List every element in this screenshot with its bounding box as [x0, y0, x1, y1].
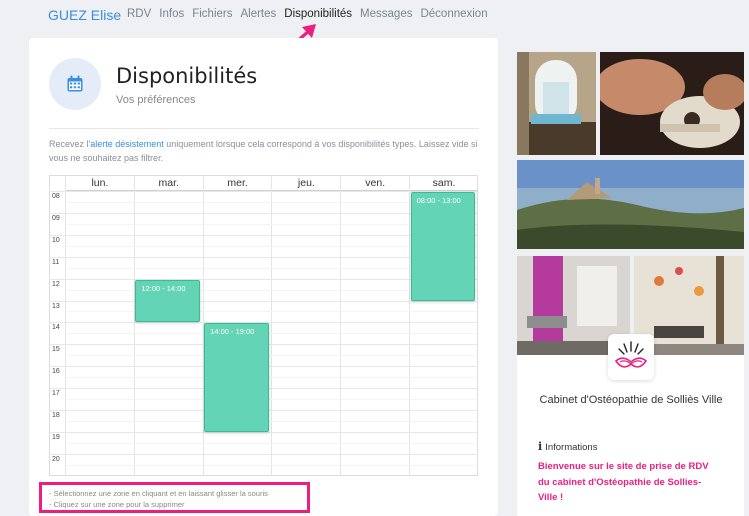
info-heading-label: Informations	[545, 442, 598, 453]
brand-link[interactable]: GUEZ Elise	[48, 7, 121, 23]
calendar-icon	[67, 75, 83, 92]
nav-links: RDV Infos Fichiers Alertes Disponibilités Mes…	[127, 8, 488, 20]
half-hour-line	[65, 333, 477, 335]
availability-slot[interactable]: 12:00 - 14:00	[135, 279, 201, 323]
info-heading: i Informations	[538, 440, 597, 453]
day-header: lun.	[65, 176, 134, 190]
nav-link-disponibilites[interactable]: Disponibilités	[284, 8, 352, 20]
half-hour-line	[65, 464, 477, 466]
hour-label: 17	[52, 390, 60, 398]
availability-card: Disponibilités Vos préférences Recevez l…	[29, 38, 498, 516]
instruction-line: - Sélectionnez une zone en cliquant et e…	[49, 489, 268, 498]
alert-desistement-link[interactable]: alerte désistement	[90, 139, 164, 149]
nav-link-fichiers[interactable]: Fichiers	[192, 8, 232, 20]
hour-label: 11	[52, 258, 60, 266]
hour-label: 15	[52, 346, 60, 354]
photo-treatment-room	[517, 52, 596, 155]
photo-skull-model	[600, 52, 744, 155]
half-hour-line	[65, 442, 477, 444]
hour-label: 08	[52, 193, 60, 200]
intro-text-before: Recevez l'	[49, 139, 91, 149]
hour-label: 20	[52, 455, 60, 463]
hour-row[interactable]	[50, 300, 477, 302]
half-hour-line	[65, 377, 477, 379]
availability-calendar[interactable]: lun. mar. mer. jeu. ven. sam. 08 09 10 11 12 13 14 1…	[49, 175, 478, 476]
hour-row[interactable]	[50, 431, 477, 433]
hour-label: 10	[52, 236, 60, 244]
availability-slot[interactable]: 08:00 - 13:00	[410, 192, 476, 301]
day-header: sam.	[409, 176, 478, 190]
half-hour-line	[65, 355, 477, 357]
photo-village-landscape	[517, 160, 744, 249]
day-header: ven.	[340, 176, 409, 190]
hour-label: 14	[52, 324, 60, 332]
nav-link-rdv[interactable]: RDV	[127, 8, 151, 20]
half-hour-line	[65, 311, 477, 313]
nav-link-messages[interactable]: Messages	[360, 8, 412, 20]
half-hour-line	[65, 399, 477, 401]
hour-label: 09	[52, 214, 60, 222]
nav-link-alertes[interactable]: Alertes	[240, 8, 276, 20]
day-header: mer.	[202, 176, 272, 190]
top-nav: GUEZ Elise RDV Infos Fichiers Alertes Dispon…	[0, 0, 749, 53]
hour-label: 12	[52, 280, 60, 288]
hour-row[interactable]	[50, 453, 477, 455]
day-header: mar.	[133, 176, 203, 190]
instructions-box: - Sélectionnez une zone en cliquant et e…	[39, 482, 310, 513]
hour-label: 13	[52, 302, 60, 310]
slot-time-label: 12:00 - 14:00	[141, 283, 186, 293]
page-title: Disponibilités	[116, 64, 258, 88]
slot-time-label: 14:00 - 19:00	[210, 327, 255, 337]
intro-text: Recevez l'alerte désistement uniquement …	[49, 137, 479, 165]
welcome-message: Bienvenue sur le site de prise de RDV du…	[538, 461, 709, 503]
cabinet-logo	[608, 334, 654, 380]
page-subtitle: Vos préférences	[116, 94, 196, 106]
calendar-icon-badge	[49, 58, 101, 110]
hour-label: 16	[52, 368, 60, 376]
nav-link-infos[interactable]: Infos	[159, 8, 184, 20]
availability-slot[interactable]: 14:00 - 19:00	[204, 323, 269, 432]
half-hour-line	[65, 420, 477, 422]
day-header: jeu.	[271, 176, 340, 190]
hour-label: 18	[52, 412, 60, 419]
divider	[49, 128, 479, 129]
info-icon: i	[538, 440, 543, 453]
nav-link-deconnexion[interactable]: Déconnexion	[420, 8, 487, 20]
slot-time-label: 08:00 - 13:00	[416, 196, 461, 205]
cabinet-name: Cabinet d'Ostéopathie de Solliès Ville	[539, 394, 723, 406]
instruction-line: - Cliquez sur une zone pour la supprimer	[49, 500, 185, 509]
hour-label: 19	[52, 433, 60, 441]
